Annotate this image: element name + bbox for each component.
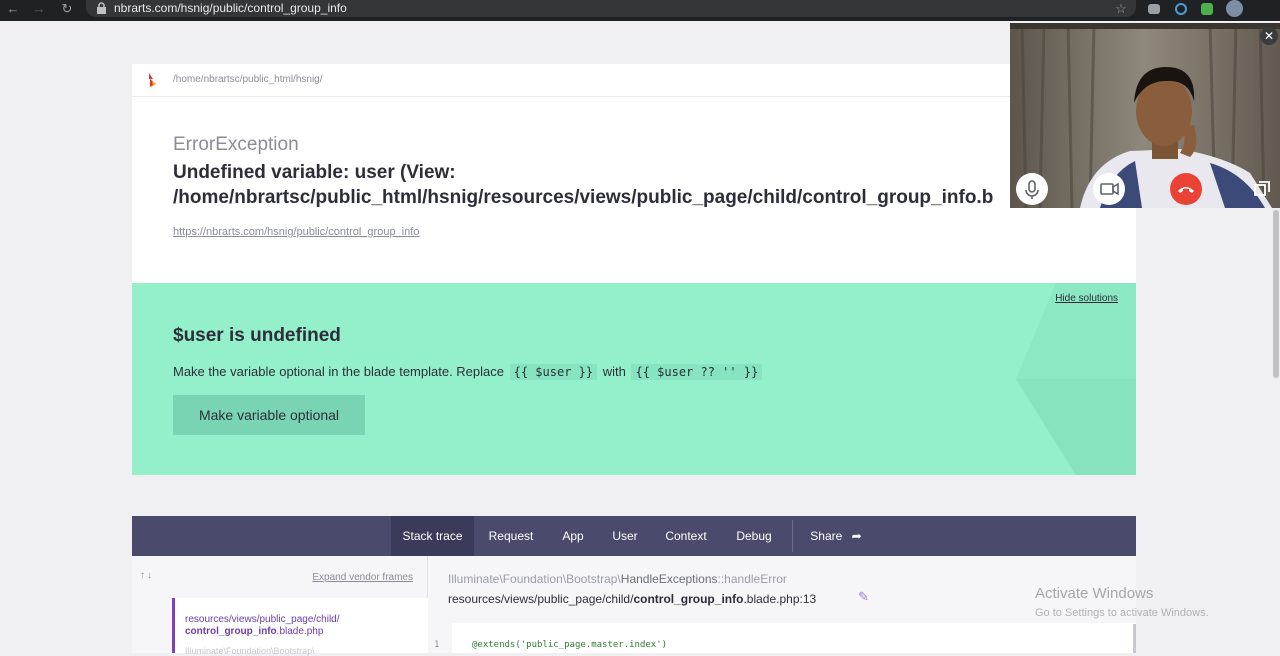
share-button[interactable]: Share ➦	[804, 516, 868, 556]
sort-icon[interactable]: ↑↓	[140, 570, 154, 581]
expand-vendor-frames-link[interactable]: Expand vendor frames	[312, 572, 413, 583]
error-header-card: /home/nbrartsc/public_html/hsnig/ ErrorE…	[132, 64, 1136, 283]
code-snippet: {{ $user }}	[509, 364, 598, 380]
edit-pencil-icon[interactable]: ✎	[858, 589, 869, 605]
code-line: @extends('public_page.master.index')	[472, 640, 668, 650]
make-variable-optional-button[interactable]: Make variable optional	[173, 395, 365, 435]
ignition-logo-icon	[149, 73, 156, 87]
tab-stack-trace[interactable]: Stack trace	[391, 516, 474, 556]
url-text: nbrarts.com/hsnig/public/control_group_i…	[114, 1, 347, 15]
tab-user[interactable]: User	[604, 516, 646, 556]
solution-panel: Hide solutions $user is undefined Make t…	[132, 283, 1136, 475]
hide-solutions-link[interactable]: Hide solutions	[1055, 293, 1118, 304]
solution-title: $user is undefined	[173, 325, 341, 346]
project-path: /home/nbrartsc/public_html/hsnig/	[173, 74, 323, 85]
file-name: control_group_info	[633, 592, 744, 606]
extension-icon[interactable]	[1148, 4, 1160, 14]
lock-icon	[97, 2, 106, 14]
puzzle-icon[interactable]	[1201, 3, 1213, 15]
tab-debug[interactable]: Debug	[728, 516, 780, 556]
hang-up-icon[interactable]	[1170, 173, 1202, 205]
browser-toolbar: ← → ↻ nbrarts.com/hsnig/public/control_g…	[0, 0, 1280, 21]
frame-path-line: resources/views/public_page/child/	[185, 614, 340, 625]
stack-frame-item[interactable]: Illuminate\Foundation\Bootstrap\	[185, 646, 315, 656]
share-icon: ➦	[851, 529, 862, 543]
exception-message-line: Undefined variable: user (View:	[173, 162, 456, 183]
frame-method: ::handleError	[717, 572, 787, 586]
frame-file-ext: .blade.php	[276, 626, 324, 637]
exception-class: ErrorException	[173, 134, 299, 155]
code-viewer: Illuminate\Foundation\Bootstrap\HandleEx…	[428, 556, 1136, 653]
popout-icon[interactable]	[1246, 173, 1278, 205]
star-icon[interactable]: ☆	[1112, 0, 1130, 17]
solution-description: Make the variable optional in the blade …	[173, 364, 764, 380]
profile-avatar[interactable]	[1226, 0, 1243, 17]
stack-frame-item[interactable]: resources/views/public_page/child/ contr…	[172, 598, 429, 656]
video-call-overlay[interactable]: ✕	[1010, 23, 1280, 208]
stack-frames-panel: ↑↓ Expand vendor frames resources/views/…	[132, 556, 429, 656]
solution-text: with	[602, 364, 626, 379]
camera-icon[interactable]	[1093, 173, 1125, 205]
code-snippet-block: 1 @extends('public_page.master.index')	[434, 623, 1136, 653]
tab-divider	[792, 520, 793, 552]
frame-file: resources/views/public_page/child/contro…	[448, 592, 816, 606]
solution-text: Make the variable optional in the blade …	[173, 364, 504, 379]
tab-app[interactable]: App	[552, 516, 594, 556]
mic-icon[interactable]	[1016, 173, 1048, 205]
code-scrollbar[interactable]	[1133, 624, 1136, 653]
page-scrollbar[interactable]	[1273, 210, 1279, 378]
video-feed	[1010, 23, 1280, 208]
address-bar[interactable]: nbrarts.com/hsnig/public/control_group_i…	[86, 0, 1136, 17]
frame-class: Illuminate\Foundation\Bootstrap\HandleEx…	[448, 572, 787, 586]
line-number: 1	[434, 640, 440, 650]
back-icon[interactable]: ←	[4, 0, 22, 17]
activate-windows-subtitle: Go to Settings to activate Windows.	[1035, 607, 1209, 619]
code-snippet: {{ $user ?? '' }}	[631, 364, 763, 380]
frame-class-name: HandleExceptions	[620, 572, 718, 586]
reload-icon[interactable]: ↻	[58, 0, 76, 17]
stack-tab-bar: Stack trace Request App User Context Deb…	[132, 516, 1136, 556]
close-icon[interactable]: ✕	[1260, 27, 1278, 45]
extension-icon[interactable]	[1175, 3, 1187, 15]
share-label: Share	[810, 529, 843, 543]
card-topbar: /home/nbrartsc/public_html/hsnig/	[132, 64, 1136, 97]
tab-request[interactable]: Request	[482, 516, 540, 556]
frame-file-name: control_group_info	[185, 626, 277, 637]
activate-windows-title: Activate Windows	[1035, 585, 1154, 602]
file-line: .blade.php:13	[743, 592, 817, 606]
file-dir: resources/views/public_page/child/	[448, 592, 634, 606]
solution-decoration	[1016, 283, 1136, 475]
request-url-link[interactable]: https://nbrarts.com/hsnig/public/control…	[173, 226, 419, 238]
frame-path-line: control_group_info.blade.php	[185, 626, 340, 638]
frame-namespace: Illuminate\Foundation\Bootstrap\	[448, 572, 621, 586]
tab-context[interactable]: Context	[657, 516, 715, 556]
frame-path: resources/views/public_page/child/ contr…	[185, 614, 340, 638]
exception-message-line: /home/nbrartsc/public_html/hsnig/resourc…	[173, 187, 994, 208]
exception-message: Undefined variable: user (View: /home/nb…	[173, 160, 993, 210]
forward-icon[interactable]: →	[30, 0, 48, 17]
